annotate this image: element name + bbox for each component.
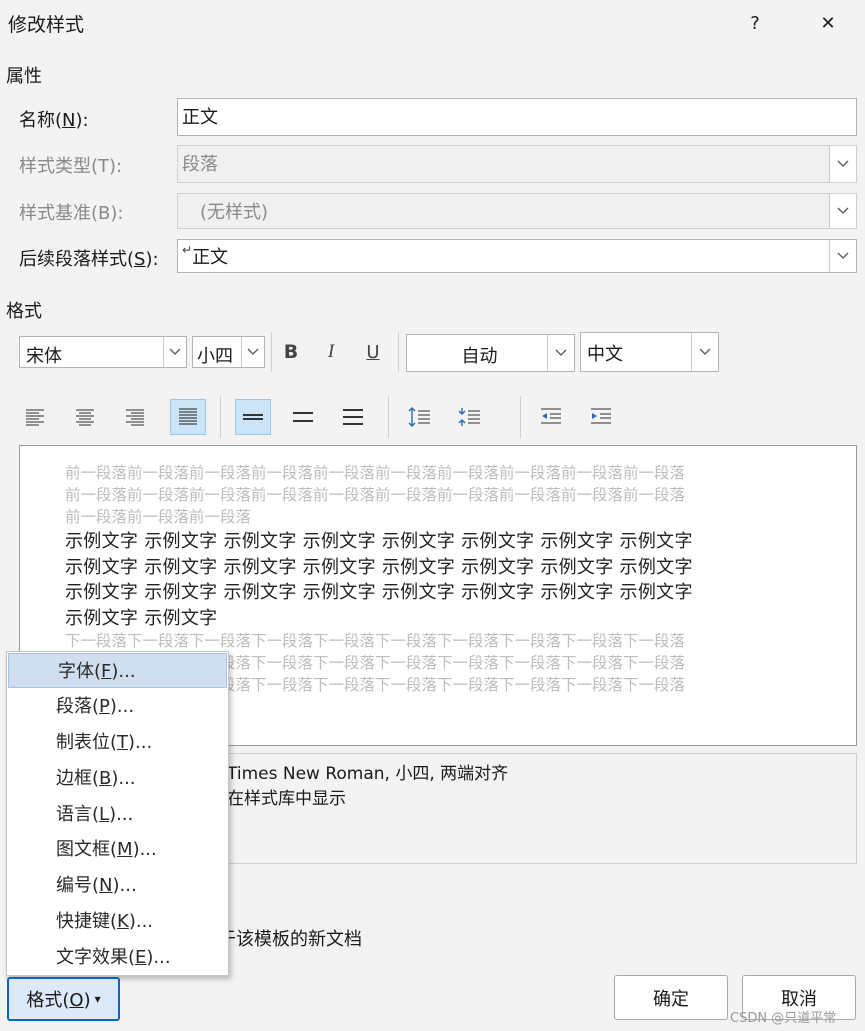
italic-icon: I bbox=[327, 341, 335, 362]
font-size-select[interactable]: 小四 bbox=[192, 336, 265, 368]
next-style-label: 后续段落样式(S): bbox=[19, 249, 159, 270]
increase-paragraph-spacing-button[interactable] bbox=[401, 399, 437, 435]
style-type-value: 段落 bbox=[182, 154, 218, 175]
align-left-button[interactable] bbox=[17, 399, 53, 435]
menu-item-frame[interactable]: 图文框(M)... bbox=[7, 832, 228, 867]
chevron-down-icon bbox=[547, 335, 574, 371]
font-value: 宋体 bbox=[26, 346, 62, 367]
toolbar-divider bbox=[398, 332, 399, 372]
font-select[interactable]: 宋体 bbox=[19, 336, 187, 368]
ok-button[interactable]: 确定 bbox=[614, 975, 728, 1020]
font-color-select[interactable]: 自动 bbox=[406, 334, 575, 372]
menu-item-numbering[interactable]: 编号(N)... bbox=[7, 868, 228, 903]
underline-button[interactable]: U bbox=[355, 334, 391, 370]
description-line: 在样式库中显示 bbox=[227, 789, 346, 809]
align-center-button[interactable] bbox=[67, 399, 103, 435]
paragraph-mark-icon: ↵ bbox=[182, 243, 193, 257]
bold-icon: B bbox=[283, 341, 299, 363]
script-value: 中文 bbox=[587, 344, 623, 365]
name-input-value: 正文 bbox=[182, 107, 218, 128]
decrease-spacing-icon bbox=[458, 408, 480, 426]
align-justify-icon bbox=[179, 408, 197, 425]
help-button[interactable]: ? bbox=[735, 6, 775, 40]
menu-item-text-effects[interactable]: 文字效果(E)... bbox=[7, 940, 228, 975]
watermark: CSDN @只道平常 bbox=[730, 1011, 837, 1026]
chevron-down-icon bbox=[163, 337, 186, 367]
chevron-down-icon bbox=[829, 194, 856, 228]
close-icon: ✕ bbox=[820, 12, 836, 34]
toolbar-divider bbox=[271, 332, 272, 372]
help-icon: ? bbox=[750, 12, 760, 34]
chevron-down-icon bbox=[241, 337, 264, 367]
format-menu: 字体(F)... 段落(P)... 制表位(T)... 边框(B)... 语言(… bbox=[6, 651, 229, 976]
format-button[interactable]: 格式(O) ▾ bbox=[7, 977, 120, 1021]
align-justify-button[interactable] bbox=[170, 399, 206, 435]
next-style-select[interactable]: ↵正文 bbox=[177, 239, 857, 273]
decrease-indent-icon bbox=[541, 408, 561, 424]
menu-item-font[interactable]: 字体(F)... bbox=[8, 653, 227, 688]
new-documents-option-label[interactable]: 于该模板的新文档 bbox=[218, 925, 362, 951]
menu-item-language[interactable]: 语言(L)... bbox=[7, 797, 228, 832]
increase-spacing-icon bbox=[408, 407, 430, 427]
italic-button[interactable]: I bbox=[313, 334, 349, 370]
single-spacing-button[interactable] bbox=[235, 399, 271, 435]
caret-down-icon: ▾ bbox=[94, 992, 101, 1006]
chevron-down-icon bbox=[691, 333, 718, 371]
next-style-value: 正文 bbox=[192, 247, 229, 268]
bold-button[interactable]: B bbox=[273, 334, 309, 370]
dialog-title: 修改样式 bbox=[8, 14, 85, 36]
menu-item-paragraph[interactable]: 段落(P)... bbox=[7, 689, 228, 724]
align-center-icon bbox=[76, 409, 94, 426]
chevron-down-icon bbox=[829, 146, 856, 182]
name-label: 名称(N): bbox=[19, 110, 89, 131]
align-right-button[interactable] bbox=[117, 399, 153, 435]
format-button-label: 格式(O) bbox=[26, 990, 91, 1011]
align-left-icon bbox=[26, 409, 44, 426]
style-based-value: (无样式) bbox=[200, 202, 269, 223]
increase-indent-button[interactable] bbox=[583, 399, 619, 435]
close-button[interactable]: ✕ bbox=[808, 6, 848, 40]
one-half-spacing-icon bbox=[293, 412, 313, 422]
toolbar-divider bbox=[388, 396, 389, 438]
toolbar-divider bbox=[220, 396, 221, 438]
increase-indent-icon bbox=[591, 408, 611, 424]
properties-section-title: 属性 bbox=[6, 66, 42, 87]
font-color-value: 自动 bbox=[461, 346, 498, 367]
style-based-label: 样式基准(B): bbox=[19, 203, 124, 224]
double-spacing-button[interactable] bbox=[335, 399, 371, 435]
name-input[interactable]: 正文 bbox=[177, 98, 857, 136]
menu-item-tabs[interactable]: 制表位(T)... bbox=[7, 725, 228, 760]
underline-icon: U bbox=[366, 341, 380, 363]
single-spacing-icon bbox=[243, 414, 263, 420]
double-spacing-icon bbox=[343, 409, 363, 425]
description-line: Times New Roman, 小四, 两端对齐 bbox=[227, 764, 509, 784]
style-type-label: 样式类型(T): bbox=[19, 156, 123, 177]
preview-sample-paragraph: 示例文字 示例文字 示例文字 示例文字 示例文字 示例文字 示例文字 示例文字 … bbox=[65, 531, 693, 629]
chevron-down-icon bbox=[829, 240, 856, 272]
one-half-spacing-button[interactable] bbox=[285, 399, 321, 435]
style-based-select: (无样式) bbox=[177, 193, 857, 229]
menu-item-shortcut-key[interactable]: 快捷键(K)... bbox=[7, 904, 228, 939]
decrease-paragraph-spacing-button[interactable] bbox=[451, 399, 487, 435]
script-select[interactable]: 中文 bbox=[580, 332, 719, 372]
decrease-indent-button[interactable] bbox=[533, 399, 569, 435]
font-size-value: 小四 bbox=[197, 346, 233, 367]
align-right-icon bbox=[126, 409, 144, 426]
format-section-title: 格式 bbox=[6, 301, 42, 322]
toolbar-divider bbox=[520, 396, 521, 438]
preview-previous-paragraph: 前一段落前一段落前一段落前一段落前一段落前一段落前一段落前一段落前一段落前一段落… bbox=[65, 464, 686, 526]
style-type-select: 段落 bbox=[177, 145, 857, 183]
menu-item-border[interactable]: 边框(B)... bbox=[7, 761, 228, 796]
